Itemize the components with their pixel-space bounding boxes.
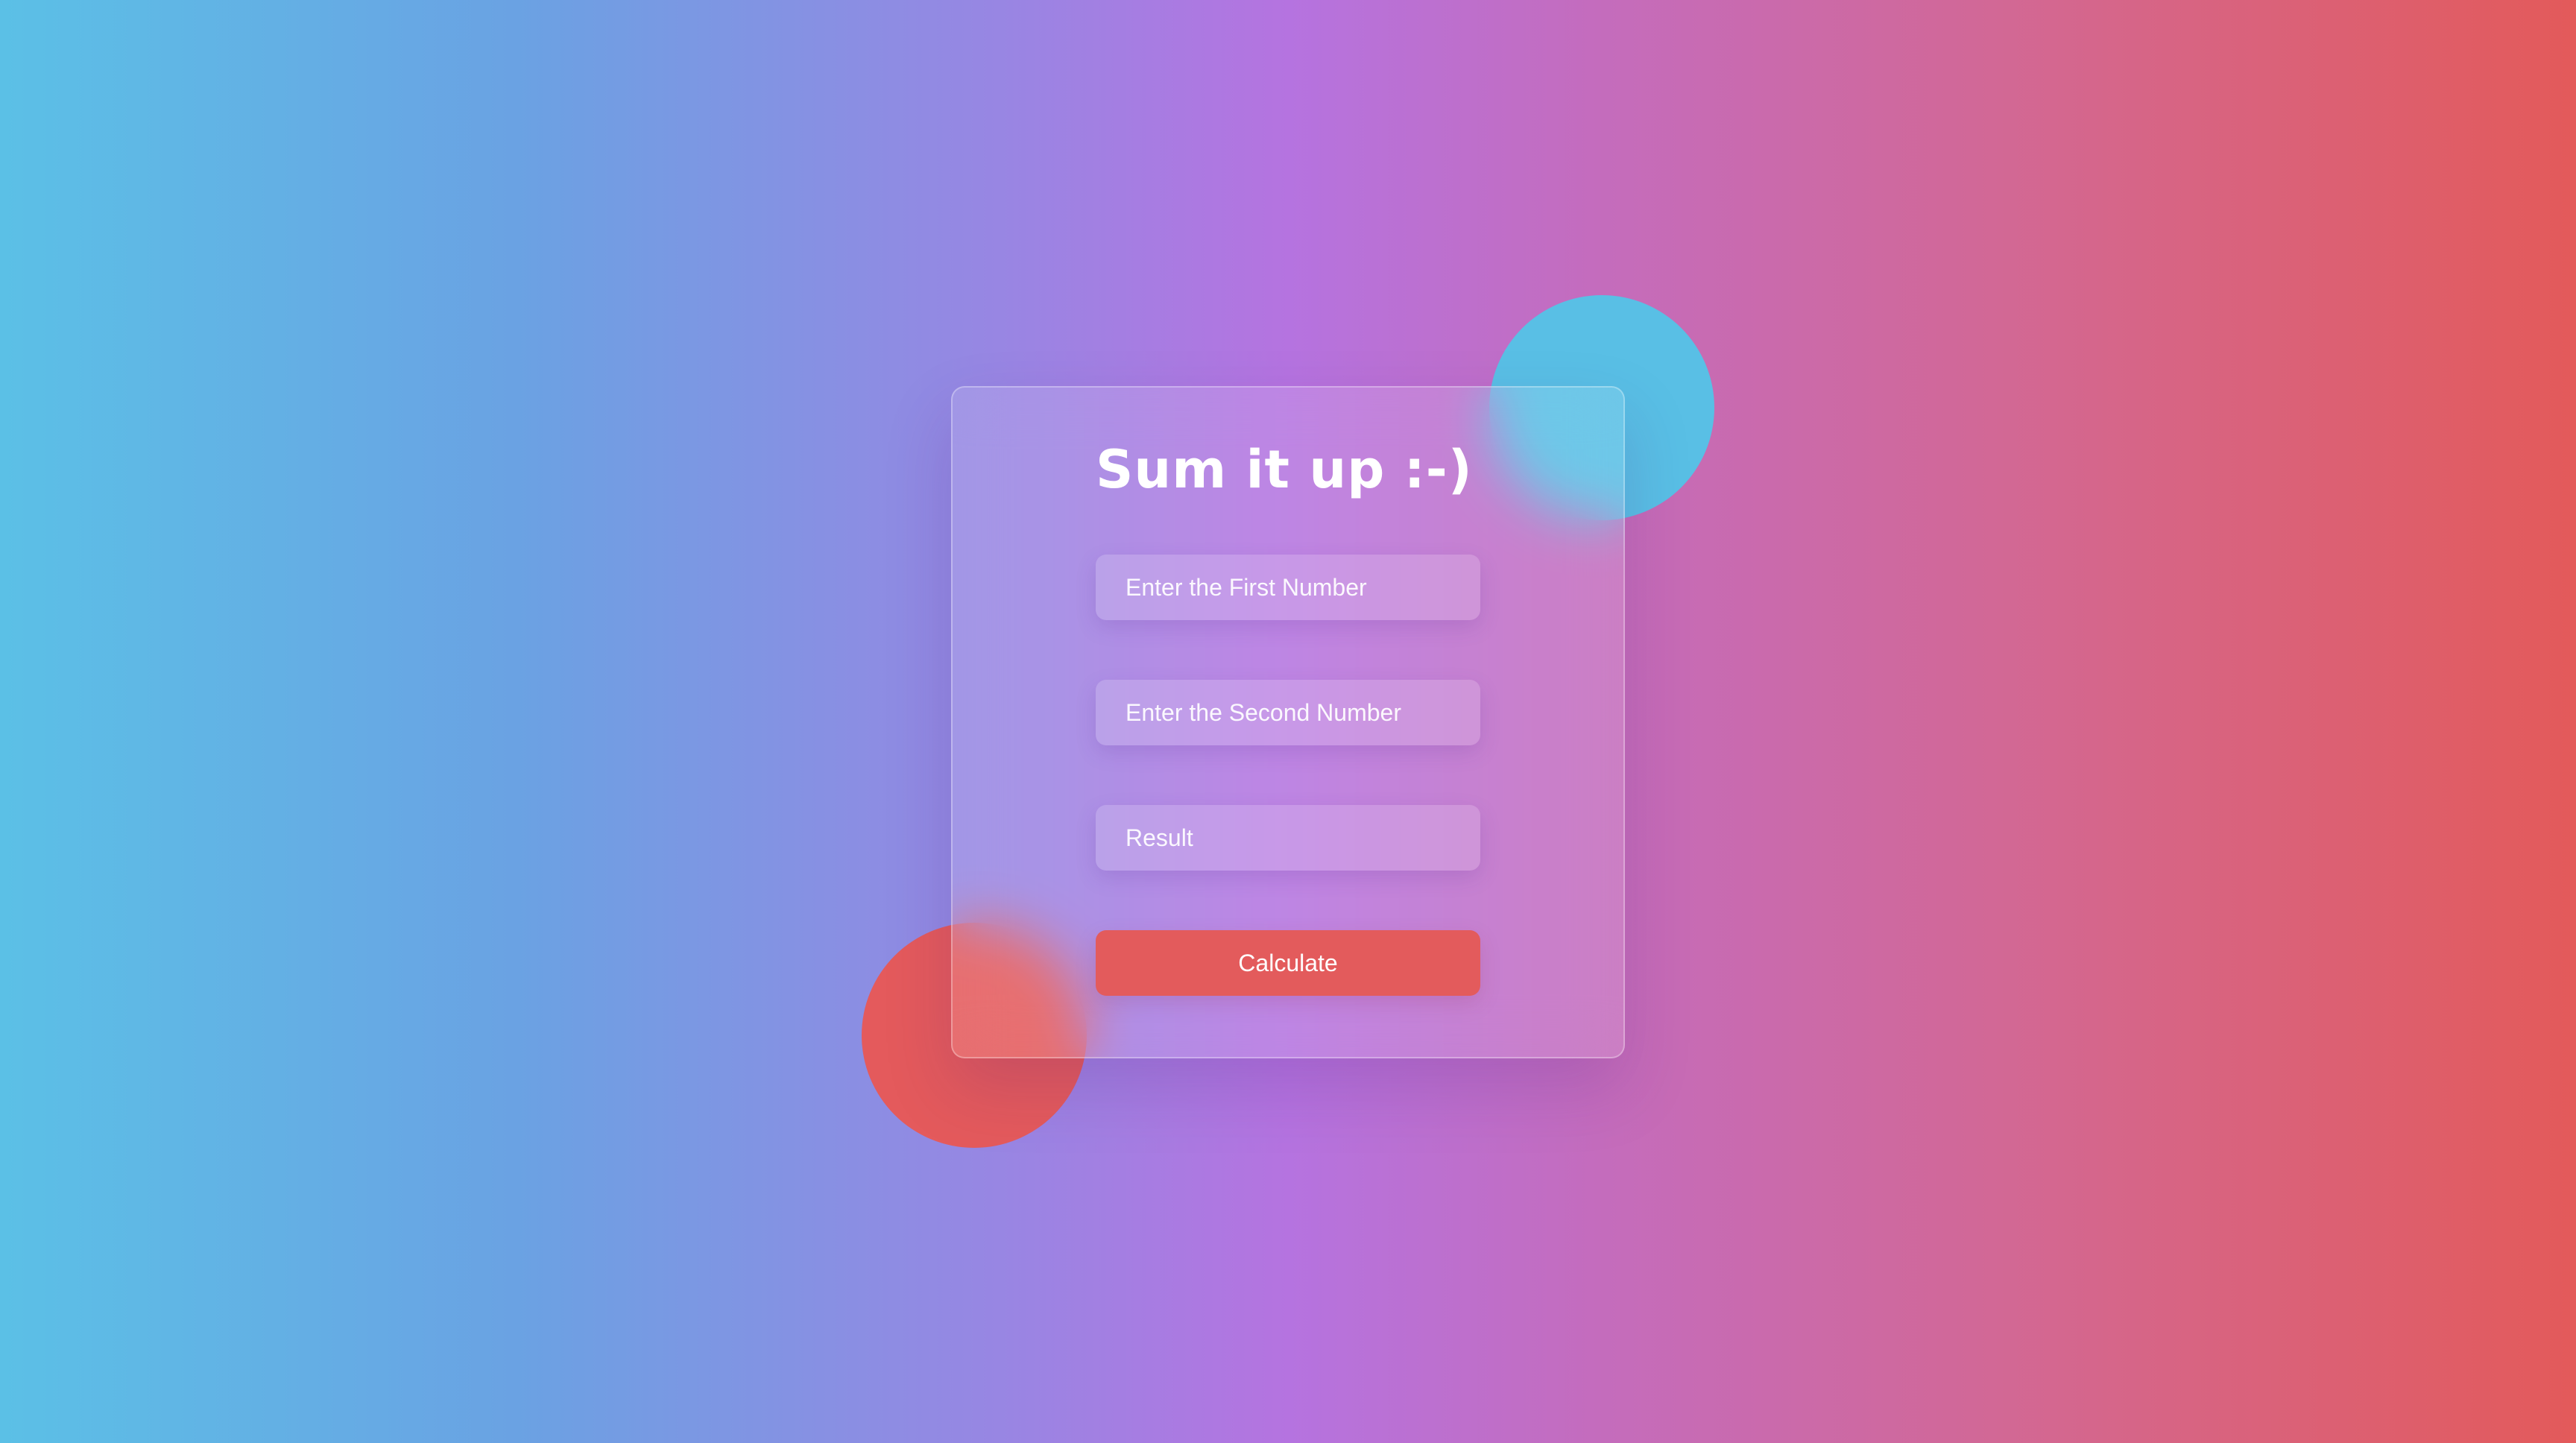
page-title: Sum it up :-) [1096, 439, 1473, 500]
result-field[interactable] [1096, 805, 1480, 871]
calculator-card: Sum it up :-) Calculate [951, 386, 1625, 1058]
calculate-button[interactable]: Calculate [1096, 930, 1480, 996]
second-number-input[interactable] [1096, 680, 1480, 745]
page-background: { "app": { "title": "Sum it up :-)" }, "… [0, 0, 2576, 1443]
first-number-input[interactable] [1096, 555, 1480, 620]
